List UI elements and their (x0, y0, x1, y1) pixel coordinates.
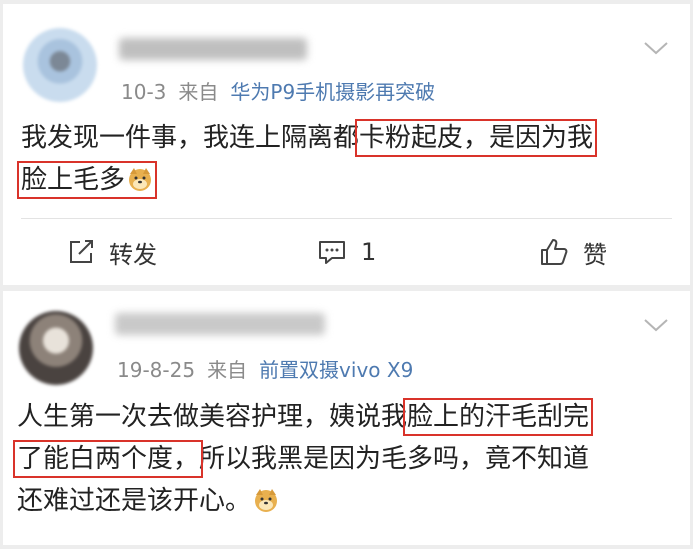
doge-emoji-icon (255, 489, 278, 512)
post-meta: 10-3 来自 华为P9手机摄影再突破 (121, 76, 435, 105)
body-line: 还难过还是该开心。 (17, 482, 279, 520)
highlight-box: 卡粉起皮，是因为我 (355, 119, 598, 157)
chevron-down-icon[interactable] (643, 317, 669, 333)
highlight-box: 脸上的汗毛刮完 (403, 398, 594, 436)
body-line: 我发现一件事，我连上隔离都卡粉起皮，是因为我 (21, 119, 598, 157)
highlight-box: 脸上毛多 (16, 161, 158, 199)
post-meta: 19-8-25 来自 前置双摄vivo X9 (117, 354, 413, 383)
from-label: 来自 (207, 358, 248, 382)
comment-button[interactable]: 1 (317, 232, 376, 272)
body-line: 脸上毛多 (16, 161, 158, 199)
divider (21, 218, 672, 219)
comment-count: 1 (361, 238, 377, 266)
doge-emoji-icon (129, 168, 152, 191)
repost-label: 转发 (109, 240, 157, 269)
like-label: 赞 (583, 240, 607, 269)
post-card: 19-8-25 来自 前置双摄vivo X9 人生第一次去做美容护理，姨说我脸上的汗… (3, 291, 690, 545)
chevron-down-icon[interactable] (643, 40, 669, 56)
source-link[interactable]: 华为P9手机摄影再突破 (230, 80, 435, 104)
like-icon (541, 239, 568, 265)
comment-icon (319, 241, 345, 264)
username-blurred[interactable] (115, 313, 325, 335)
like-button[interactable]: 赞 (539, 232, 607, 272)
body-line: 人生第一次去做美容护理，姨说我脸上的汗毛刮完 (17, 398, 594, 436)
avatar[interactable] (19, 311, 93, 385)
body-line: 了能白两个度，所以我黑是因为毛多吗，竟不知道 (12, 440, 590, 478)
repost-icon (70, 240, 93, 263)
avatar[interactable] (23, 28, 97, 102)
repost-button[interactable]: 转发 (67, 232, 157, 272)
post-date: 10-3 (121, 80, 167, 104)
post-date: 19-8-25 (117, 358, 196, 382)
username-blurred[interactable] (119, 38, 307, 60)
source-link[interactable]: 前置双摄vivo X9 (259, 358, 413, 382)
from-label: 来自 (178, 80, 219, 104)
post-card: 10-3 来自 华为P9手机摄影再突破 我发现一件事，我连上隔离都卡粉起皮，是因为我… (3, 4, 690, 285)
highlight-box: 了能白两个度， (12, 440, 204, 478)
